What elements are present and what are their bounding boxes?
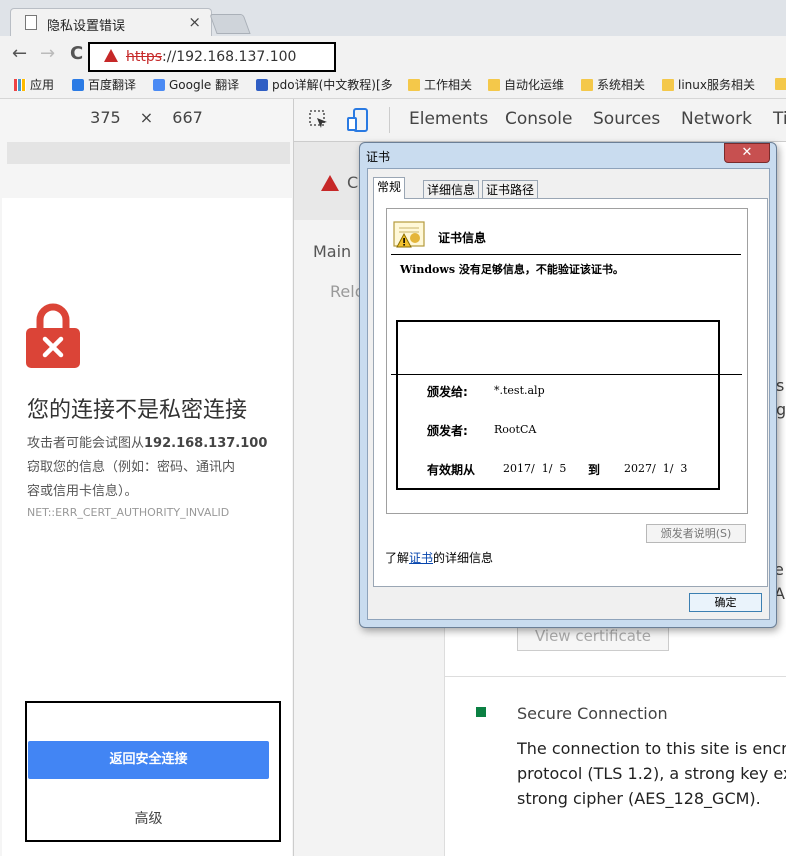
url-text: https://192.168.137.100 xyxy=(126,49,297,65)
learn-more-text: 了解证书的详细信息 xyxy=(385,551,494,565)
sidebar-item-partial: C xyxy=(347,173,359,192)
error-host: 192.168.137.100 xyxy=(144,436,268,451)
tab-certification-path[interactable]: 证书路径 xyxy=(482,180,539,199)
baidu-translate-icon xyxy=(72,79,84,91)
folder-icon xyxy=(581,79,593,91)
google-translate-icon xyxy=(153,79,165,91)
tab-title: 隐私设置错误 xyxy=(47,19,126,34)
address-bar[interactable]: https://192.168.137.100 xyxy=(88,42,336,72)
clipped-text: g xyxy=(776,400,786,419)
divider xyxy=(391,254,741,255)
error-description-line: 窃取您的信息（例如：密码、通讯内 xyxy=(27,460,236,475)
error-code[interactable]: NET::ERR_CERT_AUTHORITY_INVALID xyxy=(27,506,229,519)
bookmark-folder-linux[interactable]: linux服务相关 xyxy=(662,76,755,93)
warning-triangle-icon xyxy=(321,175,339,191)
tab-general[interactable]: 常规 xyxy=(373,177,406,199)
device-dimensions: 375 × 667 xyxy=(0,108,293,132)
bookmark-apps[interactable]: 应用 xyxy=(14,76,54,93)
new-tab-button[interactable] xyxy=(209,14,251,34)
bookmark-google-translate[interactable]: Google 翻译 xyxy=(153,76,239,93)
valid-to-value: 2027/ 1/ 3 xyxy=(624,462,688,475)
valid-from-value: 2017/ 1/ 5 xyxy=(503,462,567,475)
warning-triangle-icon[interactable] xyxy=(104,49,118,62)
bookmark-pdo[interactable]: pdo详解(中文教程)[多 xyxy=(256,76,393,93)
tab-details[interactable]: 详细信息 xyxy=(423,180,480,199)
tab-sources[interactable]: Sources xyxy=(593,109,660,129)
tab-elements[interactable]: Elements xyxy=(409,109,488,129)
certificate-info-title: 证书信息 xyxy=(438,231,487,245)
folder-icon[interactable] xyxy=(775,78,786,90)
tab-close-icon[interactable]: × xyxy=(188,13,201,31)
error-description-line: 攻击者可能会试图从192.168.137.100 xyxy=(27,436,268,451)
issued-by-label: 颁发者: xyxy=(427,424,468,438)
tab-console[interactable]: Console xyxy=(505,109,573,129)
dialog-title: 证书 xyxy=(366,150,391,164)
times-icon: × xyxy=(139,108,154,127)
error-title: 您的连接不是私密连接 xyxy=(27,398,248,423)
error-description-line: 容或信用卡信息）。 xyxy=(27,484,138,499)
folder-icon xyxy=(488,79,500,91)
certificate-link[interactable]: 证书 xyxy=(409,551,433,565)
inspect-element-icon[interactable] xyxy=(308,109,330,131)
bookmark-folder-system[interactable]: 系统相关 xyxy=(581,76,645,93)
reload-icon[interactable]: C xyxy=(70,44,83,64)
ok-button[interactable]: 确定 xyxy=(689,593,762,612)
issued-to-label: 颁发给: xyxy=(427,385,468,399)
bookmark-folder-automation[interactable]: 自动化运维 xyxy=(488,76,564,93)
bookmarks-bar: 应用 百度翻译 Google 翻译 pdo详解(中文教程)[多 工作相关 自动化… xyxy=(0,72,786,99)
tab-timeline[interactable]: Ti xyxy=(773,109,786,129)
page-icon xyxy=(25,15,37,30)
divider xyxy=(445,676,786,677)
device-toolbar-icon[interactable] xyxy=(346,107,370,133)
browser-tab[interactable]: 隐私设置错误 × xyxy=(10,8,212,37)
folder-icon xyxy=(408,79,420,91)
close-icon[interactable]: ✕ xyxy=(724,143,770,163)
back-arrow-icon[interactable]: ← xyxy=(12,44,27,64)
back-to-safety-button[interactable]: 返回安全连接 xyxy=(28,741,269,779)
bookmark-folder-work[interactable]: 工作相关 xyxy=(408,76,472,93)
bookmark-baidu-translate[interactable]: 百度翻译 xyxy=(72,76,136,93)
secure-description-line: strong cipher (AES_128_GCM). xyxy=(517,789,761,808)
secure-connection-title: Secure Connection xyxy=(517,704,668,723)
certificate-warning-message: Windows 没有足够信息，不能验证该证书。 xyxy=(400,263,624,276)
devtools-tabbar: Elements Console Sources Network Ti xyxy=(294,99,786,142)
valid-to-word: 到 xyxy=(588,463,601,477)
valid-from-label: 有效期从 xyxy=(427,463,476,477)
secure-status-icon xyxy=(476,707,486,717)
secure-description-line: protocol (TLS 1.2), a strong key exc xyxy=(517,764,786,783)
media-query-bar[interactable] xyxy=(7,142,290,164)
forward-arrow-icon[interactable]: → xyxy=(40,44,55,64)
issued-by-value: RootCA xyxy=(494,423,537,436)
lock-error-icon xyxy=(26,303,80,368)
apps-grid-icon xyxy=(14,79,26,91)
certificate-warning-icon xyxy=(393,221,425,248)
tab-network[interactable]: Network xyxy=(681,109,752,129)
advanced-button[interactable]: 高级 xyxy=(28,808,269,828)
device-width[interactable]: 375 xyxy=(90,108,121,127)
sidebar-item-main[interactable]: Main xyxy=(313,242,351,261)
device-height[interactable]: 667 xyxy=(172,108,203,127)
issuer-statement-button[interactable]: 颁发者说明(S) xyxy=(646,524,746,543)
paw-icon xyxy=(256,79,268,91)
clipped-text: s xyxy=(776,376,785,395)
issued-to-value: *.test.alp xyxy=(494,384,545,397)
folder-icon xyxy=(662,79,674,91)
secure-description-line: The connection to this site is encry xyxy=(517,739,786,758)
